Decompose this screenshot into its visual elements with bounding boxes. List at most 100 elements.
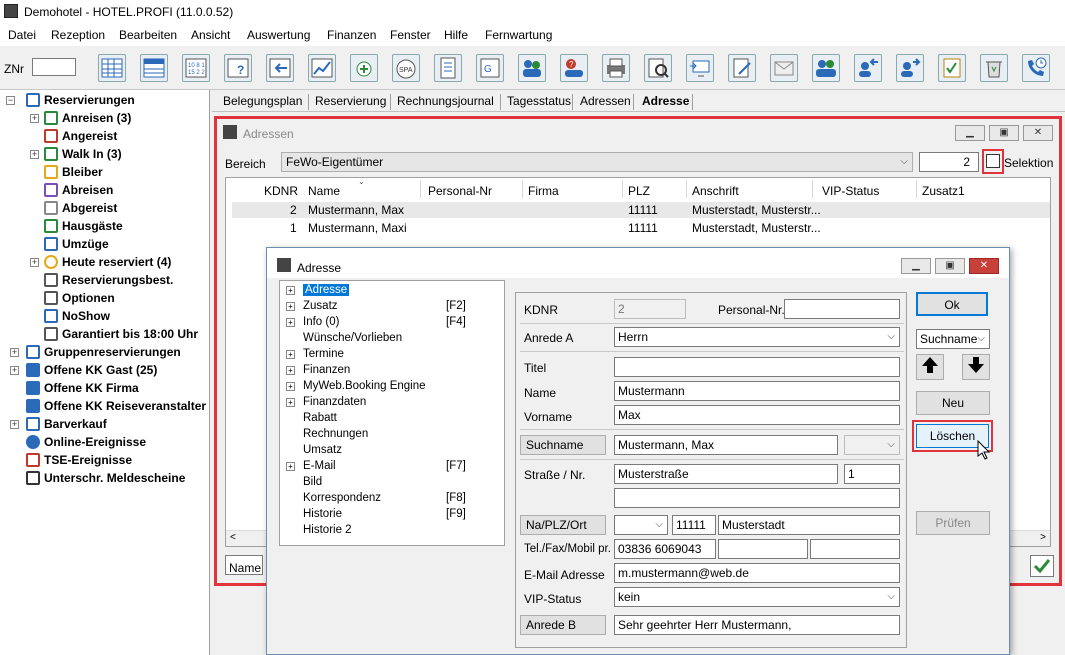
personal-nr-field[interactable] (784, 299, 900, 319)
table-row[interactable]: 2 Mustermann, Max 11111 Musterstadt, Mus… (232, 202, 1050, 218)
ort-field[interactable]: Musterstadt (718, 515, 900, 535)
tree-item-garantiert[interactable]: Garantiert bis 18:00 Uhr (44, 327, 198, 344)
calendar-numbers-icon[interactable]: 10 8 1 15 2 2 (182, 54, 210, 82)
restore-button[interactable]: ▣ (935, 258, 965, 274)
monitor-connect-icon[interactable] (686, 54, 714, 82)
column-header-vip-status[interactable]: VIP-Status (822, 184, 879, 198)
tree-expander[interactable]: + (286, 318, 295, 327)
column-header-zusatz1[interactable]: Zusatz1 (922, 184, 965, 198)
tree-expander[interactable]: + (10, 348, 19, 357)
tree-item-tse-ereignisse[interactable]: TSE-Ereignisse (26, 453, 132, 470)
guest-alert-icon[interactable]: ? (560, 54, 588, 82)
vorname-field[interactable]: Max (614, 405, 900, 425)
room-query-icon[interactable]: ? (224, 54, 252, 82)
statistics-chart-icon[interactable] (308, 54, 336, 82)
anrede-a-select[interactable]: Herrn ⌵ (614, 327, 900, 347)
tree-item-unterschr-meldescheine[interactable]: Unterschr. Meldescheine (26, 471, 185, 488)
tree-item-offene-kk-firma[interactable]: Offene KK Firma (26, 381, 139, 398)
name-field[interactable]: Mustermann (614, 381, 900, 401)
close-button[interactable]: ✕ (1023, 125, 1053, 141)
menu-rezeption[interactable]: Rezeption (51, 28, 105, 42)
sort-select[interactable]: Suchname ⌵ (916, 329, 990, 349)
tree-item-offene-kk-gast[interactable]: Offene KK Gast (25) (26, 363, 157, 380)
tree-item-reservierungen[interactable]: Reservierungen (26, 93, 135, 110)
room-plan-icon[interactable] (98, 54, 126, 82)
tree-item-offene-kk-reiseveranstalter[interactable]: Offene KK Reiseveranstalter (26, 399, 206, 416)
plz-field[interactable]: 11111 (672, 515, 716, 535)
tree-expander[interactable]: + (286, 366, 295, 375)
tree-expander[interactable]: + (286, 462, 295, 471)
checklist-icon[interactable] (938, 54, 966, 82)
telefon-field[interactable]: 03836 6069043 (614, 539, 716, 559)
confirm-button[interactable] (1030, 555, 1054, 577)
menu-bearbeiten[interactable]: Bearbeiten (119, 28, 177, 42)
search-document-icon[interactable] (644, 54, 672, 82)
tab-reservierung[interactable]: Reservierung (315, 93, 386, 109)
document-icon[interactable] (434, 54, 462, 82)
menu-fenster[interactable]: Fenster (390, 28, 431, 42)
column-header-personal-nr[interactable]: Personal-Nr (428, 184, 492, 198)
edit-document-icon[interactable] (728, 54, 756, 82)
reservation-list-icon[interactable] (140, 54, 168, 82)
titel-field[interactable] (614, 357, 900, 377)
tree-expander[interactable]: + (286, 382, 295, 391)
tree-expander[interactable]: + (286, 398, 295, 407)
column-header-plz[interactable]: PLZ (628, 184, 650, 198)
tree-item-barverkauf[interactable]: Barverkauf (26, 417, 107, 434)
restore-button[interactable]: ▣ (989, 125, 1019, 141)
menu-datei[interactable]: Datei (8, 28, 36, 42)
column-header-kdnr[interactable]: KDNR (264, 184, 298, 198)
tree-expander[interactable]: + (286, 302, 295, 311)
menu-finanzen[interactable]: Finanzen (327, 28, 376, 42)
recycle-bin-icon[interactable] (980, 54, 1008, 82)
tab-adressen[interactable]: Adressen (580, 93, 631, 109)
menu-ansicht[interactable]: Ansicht (191, 28, 230, 42)
scroll-right-icon[interactable]: > (1040, 532, 1046, 543)
add-guest-icon[interactable] (350, 54, 378, 82)
tree-expander[interactable]: + (30, 114, 39, 123)
tree-expander[interactable]: + (10, 366, 19, 375)
tree-expander[interactable]: + (10, 420, 19, 429)
menu-auswertung[interactable]: Auswertung (247, 28, 310, 42)
email-field[interactable]: m.mustermann@web.de (614, 563, 900, 583)
tree-item-noshow[interactable]: NoShow (44, 309, 110, 326)
close-button[interactable]: ✕ (969, 258, 999, 274)
tree-item-umzuege[interactable]: Umzüge (44, 237, 109, 254)
tree-expander[interactable]: + (286, 286, 295, 295)
tree-item-abgereist[interactable]: Abgereist (44, 201, 117, 218)
na-plz-ort-label[interactable]: Na/PLZ/Ort (520, 515, 606, 535)
selektion-checkbox[interactable] (986, 154, 1000, 168)
suchname-field[interactable]: Mustermann, Max (614, 435, 838, 455)
table-row[interactable]: 1 Mustermann, Maxi 11111 Musterstadt, Mu… (232, 220, 1050, 236)
phone-clock-icon[interactable] (1022, 54, 1050, 82)
tree-item-walk-in[interactable]: Walk In (3) (44, 147, 122, 164)
guest-group-icon[interactable] (518, 54, 546, 82)
menu-hilfe[interactable]: Hilfe (444, 28, 468, 42)
tree-item-bleiber[interactable]: Bleiber (44, 165, 103, 182)
column-header-name[interactable]: Name (308, 184, 340, 198)
nation-select[interactable]: ⌵ (614, 515, 668, 535)
tree-expander[interactable]: − (6, 96, 15, 105)
tree-expander[interactable]: + (30, 150, 39, 159)
tab-rechnungsjournal[interactable]: Rechnungsjournal (397, 93, 494, 109)
tree-item-gruppenreservierungen[interactable]: Gruppenreservierungen (26, 345, 181, 362)
user-arrival-icon[interactable] (854, 54, 882, 82)
printer-icon[interactable] (602, 54, 630, 82)
move-up-button[interactable] (916, 354, 944, 380)
move-down-button[interactable] (962, 354, 990, 380)
tree-expander[interactable]: + (30, 258, 39, 267)
minimize-button[interactable]: ▁ (955, 125, 985, 141)
neu-button[interactable]: Neu (916, 391, 990, 415)
tree-expander[interactable]: + (286, 350, 295, 359)
result-count-field[interactable]: 2 (919, 152, 979, 172)
tab-belegungsplan[interactable]: Belegungsplan (223, 93, 302, 109)
mail-icon[interactable] (770, 54, 798, 82)
strasse-field[interactable]: Musterstraße (614, 464, 838, 484)
spa-icon[interactable]: SPA (392, 54, 420, 82)
minimize-button[interactable]: ▁ (901, 258, 931, 274)
user-departure-icon[interactable] (896, 54, 924, 82)
invoice-icon[interactable]: G (476, 54, 504, 82)
address-extra-field[interactable] (614, 488, 900, 508)
anrede-b-label[interactable]: Anrede B (520, 615, 606, 635)
scroll-left-icon[interactable]: < (230, 532, 236, 543)
